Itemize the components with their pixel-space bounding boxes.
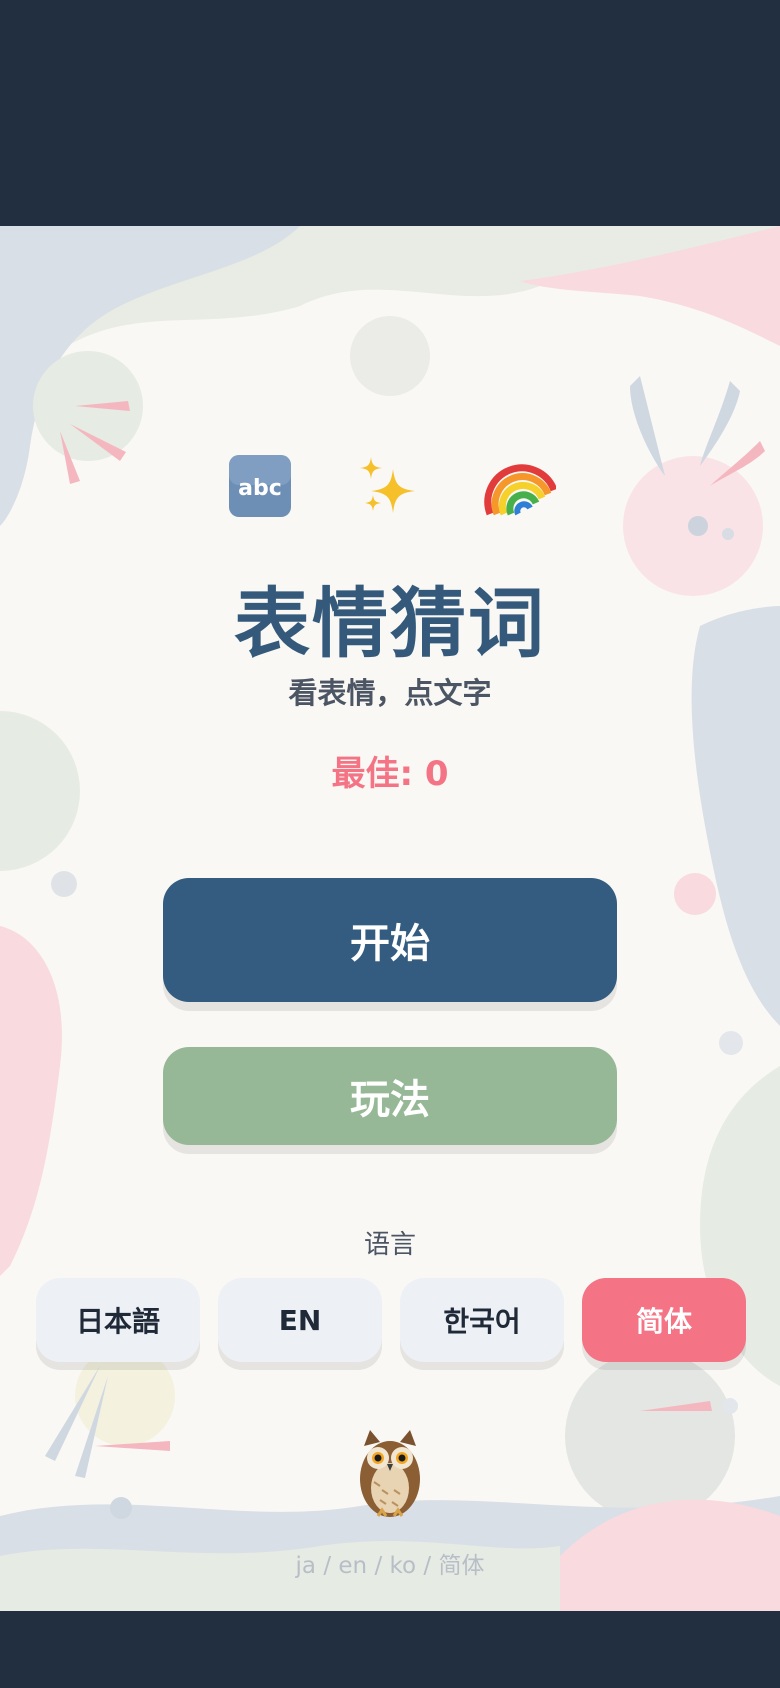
language-button-en[interactable]: EN [218,1278,382,1362]
game-subtitle: 看表情，点文字 [288,676,492,710]
owl-emoji-icon [350,1424,430,1524]
language-footer: ja / en / ko / 简体 [295,1553,485,1579]
language-button-ja[interactable]: 日本語 [36,1278,200,1362]
best-score: 最佳: 0 [331,754,449,794]
game-screen: abc 表情猜词 看表情，点文字 最佳: 0 开始 玩法 语言 日本語 EN 한… [0,226,780,1611]
language-button-zh[interactable]: 简体 [582,1278,746,1362]
rainbow-emoji-icon [480,446,560,526]
sparkles-emoji-icon [350,446,430,526]
language-button-label: EN [278,1303,322,1337]
abc-emoji-icon: abc [220,446,300,526]
emoji-row: abc [0,446,780,526]
how-to-play-button[interactable]: 玩法 [163,1047,617,1145]
start-button-label: 开始 [350,921,430,967]
game-title: 表情猜词 [234,579,546,668]
language-label: 语言 [363,1230,416,1260]
language-button-label: 简体 [635,1305,692,1338]
device-frame: abc 表情猜词 看表情，点文字 最佳: 0 开始 玩法 语言 日本語 EN 한… [0,0,780,1688]
language-button-label: 한국어 [443,1305,521,1338]
language-button-label: 日本語 [75,1305,160,1338]
start-button[interactable]: 开始 [163,878,617,1002]
svg-text:abc: abc [238,476,282,501]
language-button-ko[interactable]: 한국어 [400,1278,564,1362]
how-to-play-button-label: 玩法 [350,1077,430,1123]
